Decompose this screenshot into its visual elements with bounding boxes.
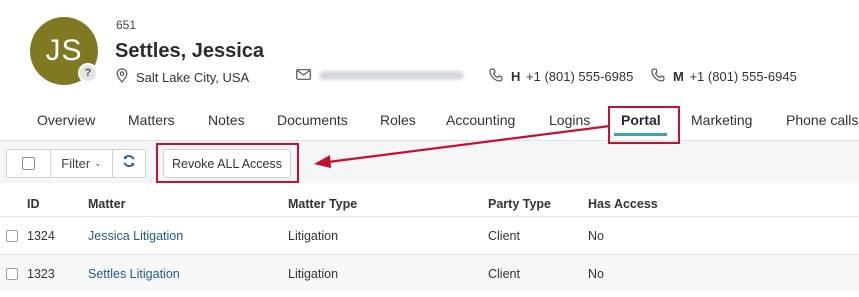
contact-id: 651 — [116, 18, 137, 32]
row-checkbox[interactable] — [6, 230, 18, 242]
phone-mobile-tag: M — [673, 69, 684, 84]
map-pin-icon — [116, 68, 128, 86]
location-info: Salt Lake City, USA — [116, 68, 249, 86]
cell-matter-link[interactable]: Jessica Litigation — [88, 229, 183, 243]
location-text: Salt Lake City, USA — [136, 69, 250, 85]
select-all-checkbox[interactable] — [22, 157, 35, 170]
phone-home-info: H +1 (801) 555-6985 — [489, 68, 633, 85]
email-info — [296, 68, 464, 83]
chevron-down-icon: ⌄ — [94, 158, 102, 168]
cell-has-access: No — [588, 229, 604, 243]
phone-icon — [651, 68, 665, 85]
tab-roles[interactable]: Roles — [380, 112, 416, 128]
table-row: 1323 Settles Litigation Litigation Clien… — [0, 254, 859, 292]
filter-label: Filter — [61, 156, 91, 171]
tab-marketing[interactable]: Marketing — [691, 112, 752, 128]
column-header-matter[interactable]: Matter — [88, 197, 126, 211]
phone-icon — [489, 68, 503, 85]
tab-bar: Overview Matters Notes Documents Roles A… — [0, 100, 859, 140]
tab-documents[interactable]: Documents — [277, 112, 348, 128]
cell-id: 1323 — [27, 267, 55, 281]
tab-logins[interactable]: Logins — [549, 112, 590, 128]
column-header-party-type[interactable]: Party Type — [488, 197, 551, 211]
select-all-toggle[interactable] — [7, 150, 51, 177]
tab-portal[interactable]: Portal — [621, 112, 661, 128]
row-checkbox[interactable] — [6, 268, 18, 280]
phone-mobile-info: M +1 (801) 555-6945 — [651, 68, 797, 85]
phone-home-number[interactable]: +1 (801) 555-6985 — [526, 69, 633, 84]
table-row: 1324 Jessica Litigation Litigation Clien… — [0, 216, 859, 254]
column-header-matter-type[interactable]: Matter Type — [288, 197, 357, 211]
tab-phone-calls[interactable]: Phone calls — [786, 112, 858, 128]
contact-name: Settles, Jessica — [115, 40, 264, 62]
avatar-help-badge[interactable]: ? — [78, 63, 98, 83]
tab-matters[interactable]: Matters — [128, 112, 175, 128]
phone-home-tag: H — [511, 69, 521, 84]
tab-overview[interactable]: Overview — [37, 112, 95, 128]
refresh-icon — [122, 154, 136, 173]
filter-button[interactable]: Filter ⌄ — [51, 150, 113, 177]
cell-party-type: Client — [488, 229, 520, 243]
revoke-all-access-button[interactable]: Revoke ALL Access — [163, 149, 291, 178]
active-tab-indicator — [614, 133, 667, 136]
cell-matter-link[interactable]: Settles Litigation — [88, 267, 180, 281]
refresh-button[interactable] — [113, 150, 145, 177]
phone-mobile-number[interactable]: +1 (801) 555-6945 — [689, 69, 796, 84]
cell-id: 1324 — [27, 229, 55, 243]
cell-matter-type: Litigation — [288, 229, 339, 243]
cell-party-type: Client — [488, 267, 520, 281]
cell-has-access: No — [588, 267, 604, 281]
tab-notes[interactable]: Notes — [208, 112, 245, 128]
email-redacted — [319, 71, 464, 80]
tab-accounting[interactable]: Accounting — [446, 112, 515, 128]
cell-matter-type: Litigation — [288, 267, 339, 281]
avatar-initials: JS — [45, 34, 83, 67]
column-header-id[interactable]: ID — [27, 197, 40, 211]
envelope-icon — [296, 68, 311, 83]
column-header-has-access[interactable]: Has Access — [588, 197, 658, 211]
toolbar-button-group: Filter ⌄ — [6, 149, 146, 178]
